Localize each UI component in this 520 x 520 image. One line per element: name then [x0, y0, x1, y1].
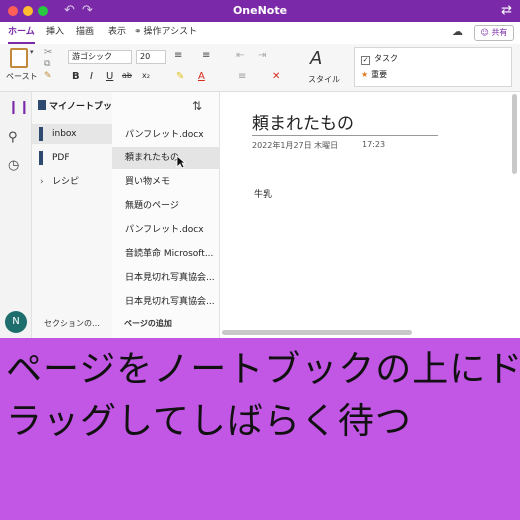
tab-view[interactable]: 表示 — [108, 22, 126, 42]
page-item[interactable]: パンフレット.docx — [112, 219, 220, 241]
share-button[interactable]: ☺ 共有 — [474, 25, 514, 41]
section-label: レシピ — [52, 177, 80, 187]
italic-button[interactable]: I — [90, 71, 93, 82]
subscript-button[interactable]: x₂ — [142, 71, 150, 80]
font-size-value: 20 — [140, 52, 151, 61]
underline-button[interactable]: U — [106, 71, 113, 82]
horizontal-scrollbar[interactable] — [222, 330, 412, 335]
tag-task[interactable]: ✓ タスク — [361, 53, 398, 65]
page-item[interactable]: 音読革命 Microsoft... — [112, 243, 220, 265]
bold-button[interactable]: B — [72, 71, 80, 82]
share-label: 共有 — [491, 28, 508, 37]
caption-banner: ページをノートブックの上にド ラッグしてしばらく待つ — [0, 338, 520, 520]
ribbon-toolbar: ▾ ペースト ✂ ⧉ ✎ 游ゴシック 20 ≡ ≡ ⇤ ⇥ B I U ab x… — [0, 44, 520, 92]
align-icon[interactable]: ≡ — [238, 71, 246, 82]
window-title: OneNote — [232, 4, 288, 17]
title-underline — [252, 135, 438, 136]
notebook-name: マイノートブック — [49, 102, 122, 112]
page-item-selected[interactable]: 頼まれたもの — [112, 147, 220, 169]
navigation-bar: ❙❙❚ ⚲ ◷ N — [0, 92, 41, 342]
sync-icon[interactable]: ⇄ — [501, 2, 512, 20]
numbered-list-icon[interactable]: ≡ — [202, 50, 210, 61]
section-color-tab — [39, 151, 43, 165]
copy-icon[interactable]: ⧉ — [44, 59, 50, 69]
page-item[interactable]: パンフレット.docx — [112, 124, 220, 146]
section-pdf[interactable]: PDF — [32, 148, 112, 168]
bullet-list-icon[interactable]: ≡ — [174, 50, 182, 61]
note-body-text[interactable]: 牛乳 — [254, 187, 272, 200]
caption-line-1: ページをノートブックの上にド — [6, 349, 520, 390]
tell-me-label: 操作アシスト — [143, 27, 198, 37]
tab-insert[interactable]: 挿入 — [46, 22, 64, 42]
tab-home[interactable]: ホーム — [8, 22, 35, 44]
mouse-cursor-icon — [176, 155, 186, 169]
page-item[interactable]: 日本見切れ写真協会... — [112, 291, 220, 313]
page-title[interactable]: 頼まれたもの — [252, 109, 354, 134]
lightbulb-icon: ⚭ — [134, 27, 142, 37]
font-color-icon[interactable]: A — [198, 71, 205, 82]
recent-clock-icon[interactable]: ◷ — [8, 158, 19, 173]
page-item[interactable]: 買い物メモ — [112, 171, 220, 193]
format-painter-icon[interactable]: ✎ — [44, 71, 52, 81]
strikethrough-button[interactable]: ab — [122, 71, 132, 80]
tags-gallery[interactable]: ✓ タスク ★ 重要 — [354, 47, 512, 87]
title-bar: ↶ ↷ OneNote ⇄ — [0, 0, 520, 22]
notebook-icon — [38, 100, 46, 110]
section-group-recipes[interactable]: › レシピ — [32, 172, 112, 192]
tag-task-label: タスク — [374, 54, 398, 63]
page-date: 2022年1月27日 木曜日 — [252, 141, 339, 150]
tag-important[interactable]: ★ 重要 — [361, 69, 387, 81]
search-icon[interactable]: ⚲ — [8, 130, 18, 145]
ribbon-tabs: ホーム 挿入 描画 表示 ⚭ 操作アシスト ☁ ☺ 共有 — [0, 22, 520, 44]
checkbox-icon: ✓ — [361, 56, 370, 65]
add-page-button[interactable]: ページの追加 — [124, 318, 172, 329]
add-section-button[interactable]: セクションの… — [44, 318, 100, 329]
share-icon: ☺ — [480, 28, 489, 37]
tell-me-search[interactable]: ⚭ 操作アシスト — [134, 22, 197, 42]
section-inbox[interactable]: inbox — [32, 124, 112, 144]
font-size-select[interactable]: 20 — [136, 50, 166, 64]
page-item[interactable]: 日本見切れ写真協会... — [112, 267, 220, 289]
avatar[interactable]: N — [5, 311, 27, 333]
paste-label: ペースト — [6, 72, 38, 81]
caption-line-2: ラッグしてしばらく待つ — [6, 401, 412, 442]
page-time: 17:23 — [362, 140, 386, 149]
highlighter-icon[interactable]: ✎ — [176, 71, 184, 82]
font-family-select[interactable]: 游ゴシック — [68, 50, 132, 64]
paste-caret-icon[interactable]: ▾ — [30, 48, 34, 56]
clear-formatting-icon[interactable]: ✕ — [272, 71, 280, 82]
vertical-scrollbar[interactable] — [512, 94, 517, 174]
tag-important-label: 重要 — [371, 70, 388, 79]
page-item[interactable]: 無題のページ — [112, 195, 220, 217]
tab-draw[interactable]: 描画 — [76, 22, 94, 42]
cut-icon[interactable]: ✂ — [44, 47, 52, 58]
styles-label: スタイル — [308, 75, 340, 84]
section-color-tab — [39, 127, 43, 141]
cloud-icon[interactable]: ☁ — [452, 25, 463, 38]
chevron-right-icon[interactable]: › — [40, 172, 44, 192]
paste-icon[interactable] — [10, 48, 28, 68]
section-label: inbox — [52, 129, 77, 139]
star-icon: ★ — [361, 70, 369, 79]
styles-icon[interactable]: A — [310, 48, 322, 69]
decrease-indent-icon[interactable]: ⇤ — [236, 50, 244, 61]
increase-indent-icon[interactable]: ⇥ — [258, 50, 266, 61]
sort-icon[interactable]: ⇅ — [192, 99, 202, 113]
section-label: PDF — [52, 153, 70, 163]
font-family-value: 游ゴシック — [72, 52, 112, 61]
